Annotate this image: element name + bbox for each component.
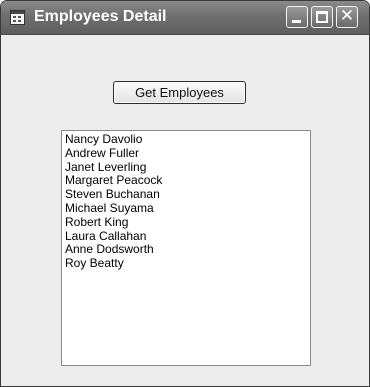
employees-detail-window: Employees Detail ✕ Get Employees Nancy D… xyxy=(0,0,370,387)
list-item[interactable]: Laura Callahan xyxy=(65,229,310,244)
maximize-icon xyxy=(316,11,328,23)
title-bar[interactable]: Employees Detail ✕ xyxy=(1,1,369,35)
list-item[interactable]: Anne Dodsworth xyxy=(65,243,310,257)
get-employees-button[interactable]: Get Employees xyxy=(113,81,246,104)
list-item[interactable]: Janet Leverling xyxy=(65,160,310,175)
list-item[interactable]: Nancy Davolio xyxy=(65,133,310,147)
list-item[interactable]: Roy Beatty xyxy=(65,257,310,271)
list-item[interactable]: Andrew Fuller xyxy=(65,146,310,161)
close-icon: ✕ xyxy=(339,6,355,26)
minimize-button[interactable] xyxy=(286,6,308,28)
list-item[interactable]: Steven Buchanan xyxy=(65,188,310,202)
minimize-icon xyxy=(292,20,301,23)
close-button[interactable]: ✕ xyxy=(336,6,358,28)
app-icon[interactable] xyxy=(10,10,25,25)
employees-listbox[interactable]: Nancy Davolio Andrew Fuller Janet Leverl… xyxy=(61,130,311,366)
list-item[interactable]: Margaret Peacock xyxy=(65,174,310,188)
list-item[interactable]: Michael Suyama xyxy=(65,202,310,216)
form-client-area: Get Employees Nancy Davolio Andrew Fulle… xyxy=(1,35,369,386)
list-item[interactable]: Robert King xyxy=(65,215,310,230)
maximize-button[interactable] xyxy=(311,6,333,28)
window-title: Employees Detail xyxy=(34,8,167,25)
